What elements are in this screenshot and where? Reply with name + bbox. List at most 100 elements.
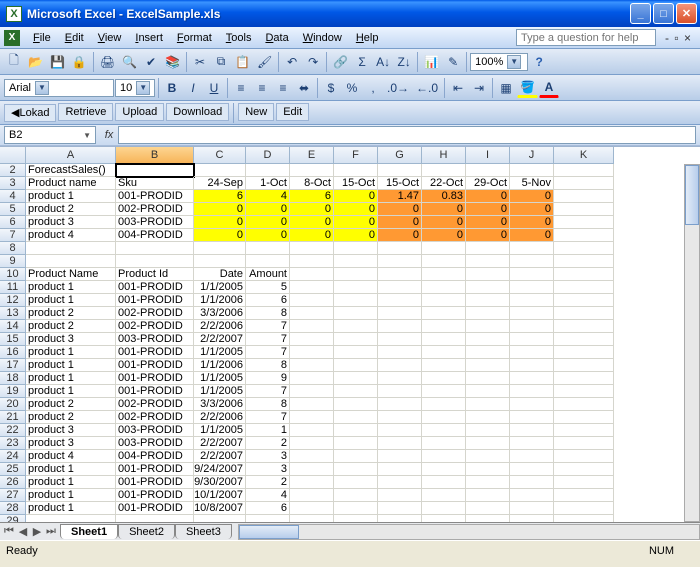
cell-A7[interactable]: product 4 bbox=[26, 229, 116, 242]
sheet-tab-sheet2[interactable]: Sheet2 bbox=[118, 524, 175, 539]
cell-J14[interactable] bbox=[510, 320, 554, 333]
currency-icon[interactable]: $ bbox=[321, 78, 341, 98]
row-header-10[interactable]: 10 bbox=[0, 268, 26, 281]
cell-B27[interactable]: 001-PRODID bbox=[116, 489, 194, 502]
cell-J20[interactable] bbox=[510, 398, 554, 411]
cell-H10[interactable] bbox=[422, 268, 466, 281]
cell-B5[interactable]: 002-PRODID bbox=[116, 203, 194, 216]
menu-view[interactable]: View bbox=[91, 30, 129, 46]
cell-E10[interactable] bbox=[290, 268, 334, 281]
align-right-icon[interactable]: ≡ bbox=[273, 78, 293, 98]
cell-K20[interactable] bbox=[554, 398, 614, 411]
cell-B16[interactable]: 001-PRODID bbox=[116, 346, 194, 359]
cell-A14[interactable]: product 2 bbox=[26, 320, 116, 333]
cell-J10[interactable] bbox=[510, 268, 554, 281]
cell-I15[interactable] bbox=[466, 333, 510, 346]
cell-C9[interactable] bbox=[194, 255, 246, 268]
row-header-9[interactable]: 9 bbox=[0, 255, 26, 268]
cell-A4[interactable]: product 1 bbox=[26, 190, 116, 203]
cell-D2[interactable] bbox=[246, 164, 290, 177]
cell-E6[interactable]: 0 bbox=[290, 216, 334, 229]
cell-A16[interactable]: product 1 bbox=[26, 346, 116, 359]
cell-B18[interactable]: 001-PRODID bbox=[116, 372, 194, 385]
minimize-button[interactable]: _ bbox=[630, 3, 651, 24]
cell-F16[interactable] bbox=[334, 346, 378, 359]
cell-I10[interactable] bbox=[466, 268, 510, 281]
cell-H4[interactable]: 0.83 bbox=[422, 190, 466, 203]
cell-H12[interactable] bbox=[422, 294, 466, 307]
row-header-16[interactable]: 16 bbox=[0, 346, 26, 359]
cell-H26[interactable] bbox=[422, 476, 466, 489]
cell-G2[interactable] bbox=[378, 164, 422, 177]
cell-H27[interactable] bbox=[422, 489, 466, 502]
cell-C19[interactable]: 1/1/2005 bbox=[194, 385, 246, 398]
cell-F2[interactable] bbox=[334, 164, 378, 177]
cell-F28[interactable] bbox=[334, 502, 378, 515]
cell-F14[interactable] bbox=[334, 320, 378, 333]
cell-K12[interactable] bbox=[554, 294, 614, 307]
align-center-icon[interactable]: ≡ bbox=[252, 78, 272, 98]
cell-D20[interactable]: 8 bbox=[246, 398, 290, 411]
cell-D28[interactable]: 6 bbox=[246, 502, 290, 515]
cell-H17[interactable] bbox=[422, 359, 466, 372]
row-header-7[interactable]: 7 bbox=[0, 229, 26, 242]
cell-I17[interactable] bbox=[466, 359, 510, 372]
row-header-24[interactable]: 24 bbox=[0, 450, 26, 463]
cell-A23[interactable]: product 3 bbox=[26, 437, 116, 450]
cell-D7[interactable]: 0 bbox=[246, 229, 290, 242]
cell-C5[interactable]: 0 bbox=[194, 203, 246, 216]
tab-nav-last-icon[interactable]: ⏭ bbox=[44, 525, 58, 538]
cell-B12[interactable]: 001-PRODID bbox=[116, 294, 194, 307]
cell-A24[interactable]: product 4 bbox=[26, 450, 116, 463]
cell-K6[interactable] bbox=[554, 216, 614, 229]
cell-F26[interactable] bbox=[334, 476, 378, 489]
lokad-retrieve-button[interactable]: Retrieve bbox=[58, 103, 113, 121]
cell-F21[interactable] bbox=[334, 411, 378, 424]
cell-H23[interactable] bbox=[422, 437, 466, 450]
cell-I9[interactable] bbox=[466, 255, 510, 268]
cell-K9[interactable] bbox=[554, 255, 614, 268]
cell-B8[interactable] bbox=[116, 242, 194, 255]
cell-F24[interactable] bbox=[334, 450, 378, 463]
save-icon[interactable]: 💾 bbox=[47, 52, 68, 72]
redo-icon[interactable]: ↷ bbox=[303, 52, 323, 72]
cell-G27[interactable] bbox=[378, 489, 422, 502]
cell-G7[interactable]: 0 bbox=[378, 229, 422, 242]
cell-C27[interactable]: 10/1/2007 bbox=[194, 489, 246, 502]
col-header-J[interactable]: J bbox=[510, 147, 554, 164]
cell-J9[interactable] bbox=[510, 255, 554, 268]
cell-K18[interactable] bbox=[554, 372, 614, 385]
cell-F8[interactable] bbox=[334, 242, 378, 255]
cell-B25[interactable]: 001-PRODID bbox=[116, 463, 194, 476]
cell-I24[interactable] bbox=[466, 450, 510, 463]
cell-F22[interactable] bbox=[334, 424, 378, 437]
row-header-23[interactable]: 23 bbox=[0, 437, 26, 450]
cell-K24[interactable] bbox=[554, 450, 614, 463]
name-box[interactable]: B2▼ bbox=[4, 126, 96, 144]
cell-H22[interactable] bbox=[422, 424, 466, 437]
cell-B10[interactable]: Product Id bbox=[116, 268, 194, 281]
cell-K7[interactable] bbox=[554, 229, 614, 242]
paste-icon[interactable]: 📋 bbox=[232, 52, 253, 72]
cell-G11[interactable] bbox=[378, 281, 422, 294]
cell-K19[interactable] bbox=[554, 385, 614, 398]
col-header-B[interactable]: B bbox=[116, 147, 194, 164]
cell-J2[interactable] bbox=[510, 164, 554, 177]
cell-C6[interactable]: 0 bbox=[194, 216, 246, 229]
tab-nav-next-icon[interactable]: ▶ bbox=[30, 525, 44, 538]
cell-E14[interactable] bbox=[290, 320, 334, 333]
cell-H13[interactable] bbox=[422, 307, 466, 320]
cell-K3[interactable] bbox=[554, 177, 614, 190]
print-icon[interactable]: 🖨 bbox=[97, 52, 118, 72]
drawing-icon[interactable]: ✎ bbox=[443, 52, 463, 72]
col-header-E[interactable]: E bbox=[290, 147, 334, 164]
cell-F27[interactable] bbox=[334, 489, 378, 502]
cell-A27[interactable]: product 1 bbox=[26, 489, 116, 502]
cell-H8[interactable] bbox=[422, 242, 466, 255]
cell-H6[interactable]: 0 bbox=[422, 216, 466, 229]
cell-I12[interactable] bbox=[466, 294, 510, 307]
cell-D17[interactable]: 8 bbox=[246, 359, 290, 372]
cell-D27[interactable]: 4 bbox=[246, 489, 290, 502]
row-header-21[interactable]: 21 bbox=[0, 411, 26, 424]
cell-A11[interactable]: product 1 bbox=[26, 281, 116, 294]
